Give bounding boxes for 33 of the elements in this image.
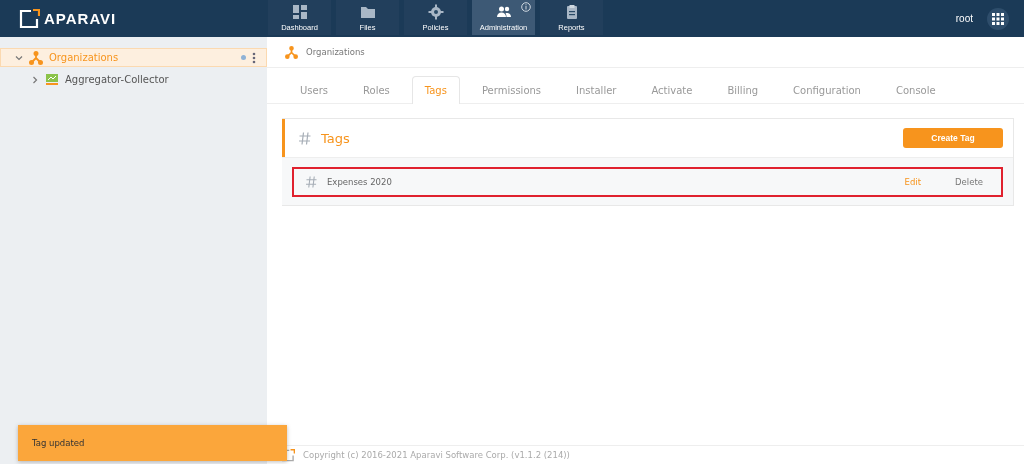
hash-icon [306,176,317,188]
tab[interactable]: Users [287,76,341,103]
tab[interactable]: Configuration [780,76,874,103]
copyright-text: Copyright (c) 2016-2021 Aparavi Software Corp. (v1.1.2 (214)) [303,450,570,460]
nav-icon [291,3,308,20]
hash-icon [299,131,311,145]
toast-message: Tag updated [32,438,85,448]
edit-link[interactable]: Edit [904,177,922,187]
apps-menu-button[interactable] [987,7,1009,30]
nav-icon [427,3,444,20]
tree-item[interactable]: Organizations [0,48,267,67]
more-icon[interactable] [252,51,256,64]
status-dot [241,55,246,60]
org-icon [285,45,298,59]
tree-item[interactable]: Aggregator-Collector [0,70,267,89]
computer-icon [45,73,59,86]
org-icon [29,50,43,65]
user-name[interactable]: root [955,13,973,24]
create-tag-button[interactable]: Create Tag [903,128,1003,148]
tab[interactable]: Activate [638,76,706,103]
tab[interactable]: Billing [714,76,772,103]
tab[interactable]: Permissions [468,76,555,103]
breadcrumb[interactable]: Organizations [306,47,365,57]
tab[interactable]: Installer [563,76,630,103]
panel-title: Tags [321,130,351,146]
logo-icon [18,8,40,29]
delete-link[interactable]: Delete [955,177,983,187]
tag-name: Expenses 2020 [327,177,393,187]
tab[interactable]: Console [882,76,949,103]
apps-grid-icon [992,12,1004,25]
logo-text: APARAVI [44,10,117,27]
tab[interactable]: Roles [350,76,403,103]
tab[interactable]: Tags [411,76,460,104]
